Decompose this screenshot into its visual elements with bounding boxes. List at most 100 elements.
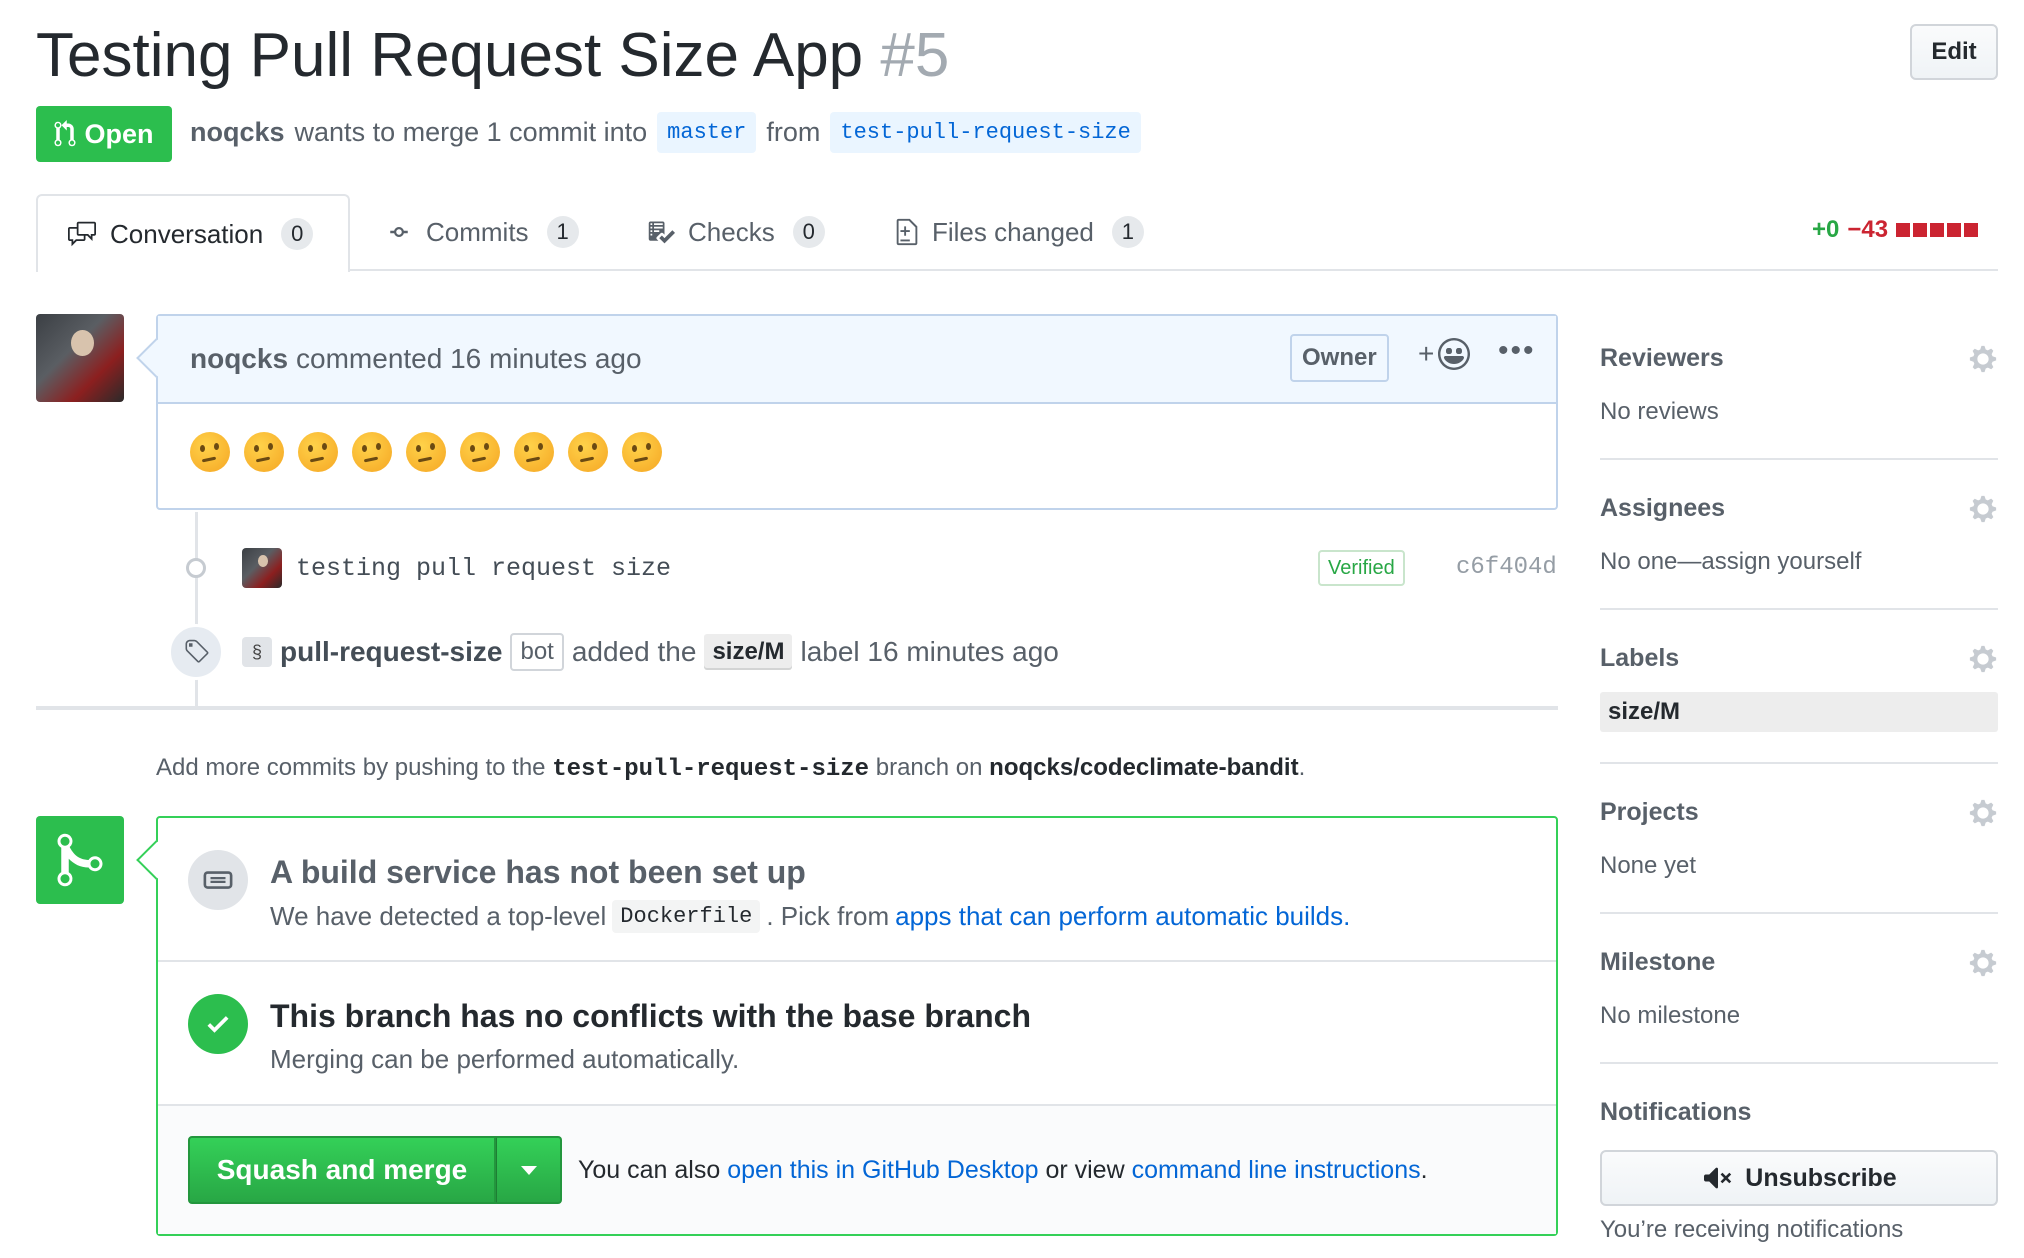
build-title: A build service has not been set up (270, 854, 806, 890)
commit-author-avatar[interactable] (242, 548, 282, 588)
add-reaction-button[interactable]: + (1418, 338, 1471, 370)
merge-alt-3: . (1420, 1156, 1428, 1184)
tab-commits[interactable]: Commits 1 (384, 194, 579, 270)
pr-title: Testing Pull Request Size App (36, 21, 864, 90)
pr-number: #5 (880, 21, 950, 90)
plus-text: + (1418, 338, 1435, 369)
gear-icon[interactable] (1968, 494, 1998, 524)
sidebar-value: None yet (1600, 852, 1697, 879)
thinking-face-icon (244, 432, 284, 472)
page-title: Testing Pull Request Size App #5 (36, 20, 949, 91)
build-desc-2: . Pick from (766, 901, 890, 931)
gear-icon[interactable] (1968, 644, 1998, 674)
additions-count: +0 (1812, 216, 1840, 243)
unsubscribe-label: Unsubscribe (1745, 1163, 1897, 1192)
tab-label: Checks (688, 216, 775, 247)
commit-message-link[interactable]: testing pull request size (296, 554, 671, 583)
sidebar-projects: Projects None yet (1600, 768, 1998, 914)
label-pill[interactable]: size/M (704, 634, 793, 670)
thinking-face-icon (190, 432, 230, 472)
build-desc-1: We have detected a top-level (270, 901, 607, 931)
merge-box: A build service has not been set up We h… (156, 816, 1558, 1236)
assign-yourself-link[interactable]: No one—assign yourself (1600, 548, 1861, 576)
github-desktop-link[interactable]: open this in GitHub Desktop (727, 1156, 1038, 1184)
event-text: § pull-request-size bot added the size/M… (242, 633, 1059, 671)
tab-checks[interactable]: Checks 0 (646, 194, 825, 270)
commit-row: testing pull request size Verified c6f40… (180, 540, 1560, 596)
bot-avatar[interactable]: § (242, 637, 272, 667)
command-line-link[interactable]: command line instructions (1132, 1156, 1421, 1184)
sidebar-title: Reviewers (1600, 344, 1724, 372)
tab-label: Conversation (110, 218, 264, 249)
head-branch[interactable]: test-pull-request-size (830, 112, 1141, 153)
label-pill[interactable]: size/M (1600, 692, 1998, 732)
build-apps-link[interactable]: apps that can perform automatic builds. (895, 901, 1350, 932)
sidebar-notifications-title: Notifications (1600, 1098, 1752, 1126)
squash-and-merge-button[interactable]: Squash and merge (188, 1136, 496, 1204)
owner-badge: Owner (1290, 334, 1389, 382)
gear-icon[interactable] (1968, 798, 1998, 828)
event-text-before: added the (571, 636, 697, 667)
merge-method-dropdown[interactable] (496, 1136, 562, 1204)
sidebar-milestone: Milestone No milestone (1600, 918, 1998, 1064)
push-hint-repo[interactable]: noqcks/codeclimate-bandit (989, 754, 1298, 781)
unsubscribe-button[interactable]: Unsubscribe (1600, 1150, 1998, 1206)
tab-counter: 1 (1111, 216, 1144, 248)
sidebar-title: Labels (1600, 644, 1680, 672)
tab-counter: 0 (792, 216, 825, 248)
merge-text: wants to merge 1 commit into (294, 117, 648, 147)
gear-icon[interactable] (1968, 344, 1998, 374)
tag-icon (168, 624, 224, 680)
push-hint-middle: branch on (875, 754, 983, 781)
status-text: Open (84, 118, 154, 149)
pull-request-icon (54, 120, 76, 147)
avatar[interactable] (36, 314, 124, 402)
edit-button[interactable]: Edit (1910, 24, 1998, 80)
notification-note: You’re receiving notifications (1600, 1216, 1904, 1243)
thinking-face-icon (514, 432, 554, 472)
sidebar-value: No milestone (1600, 1002, 1741, 1029)
sidebar-reviewers: Reviewers No reviews (1600, 314, 1998, 460)
merge-status-icon (36, 816, 124, 904)
gear-icon[interactable] (1968, 948, 1998, 978)
pr-meta: noqcks wants to merge 1 commit into mast… (190, 112, 1141, 153)
sidebar-value: No reviews (1600, 398, 1719, 425)
comment-author[interactable]: noqcks (190, 343, 288, 375)
build-desc: We have detected a top-level Dockerfile … (270, 900, 1350, 933)
diffstat: +0 −43 (1812, 216, 1979, 244)
comment-box: noqcks commented 16 minutes ago Owner + … (156, 314, 1558, 510)
thinking-face-icon (298, 432, 338, 472)
comment-header: noqcks commented 16 minutes ago Owner + … (158, 316, 1556, 404)
merge-alt-2: or view (1045, 1156, 1125, 1184)
from-text: from (766, 117, 821, 147)
merge-alternatives: You can also open this in GitHub Desktop… (578, 1156, 1428, 1185)
tab-files-changed[interactable]: Files changed 1 (894, 194, 1144, 270)
base-branch[interactable]: master (657, 112, 757, 153)
pr-author-link[interactable]: noqcks (190, 117, 285, 148)
push-hint-prefix: Add more commits by pushing to the (156, 754, 546, 781)
comment-discussion-icon (68, 221, 96, 247)
more-options-button[interactable]: ••• (1498, 334, 1536, 368)
tab-conversation[interactable]: Conversation 0 (36, 194, 350, 272)
event-actor-link[interactable]: pull-request-size (280, 636, 502, 668)
sidebar-title: Assignees (1600, 494, 1726, 522)
commit-sha-link[interactable]: c6f404d (1456, 554, 1557, 581)
thinking-face-icon (406, 432, 446, 472)
tab-counter: 1 (546, 216, 579, 248)
git-commit-icon (390, 227, 408, 237)
check-icon (188, 994, 248, 1054)
timeline-divider (36, 706, 1558, 710)
comment-meta[interactable]: commented 16 minutes ago (296, 343, 642, 375)
status-badge: Open (36, 106, 172, 162)
push-hint-branch: test-pull-request-size (552, 756, 870, 783)
verified-badge[interactable]: Verified (1318, 550, 1405, 586)
sidebar-title: Milestone (1600, 948, 1716, 976)
container-icon (188, 850, 248, 910)
comment-body (158, 404, 1556, 500)
sidebar-labels: Labels size/M (1600, 614, 1998, 764)
thinking-face-icon (622, 432, 662, 472)
thinking-face-icon (352, 432, 392, 472)
conflict-title: This branch has no conflicts with the ba… (270, 998, 1032, 1034)
tab-counter: 0 (281, 218, 314, 250)
deletions-count: −43 (1847, 216, 1889, 243)
